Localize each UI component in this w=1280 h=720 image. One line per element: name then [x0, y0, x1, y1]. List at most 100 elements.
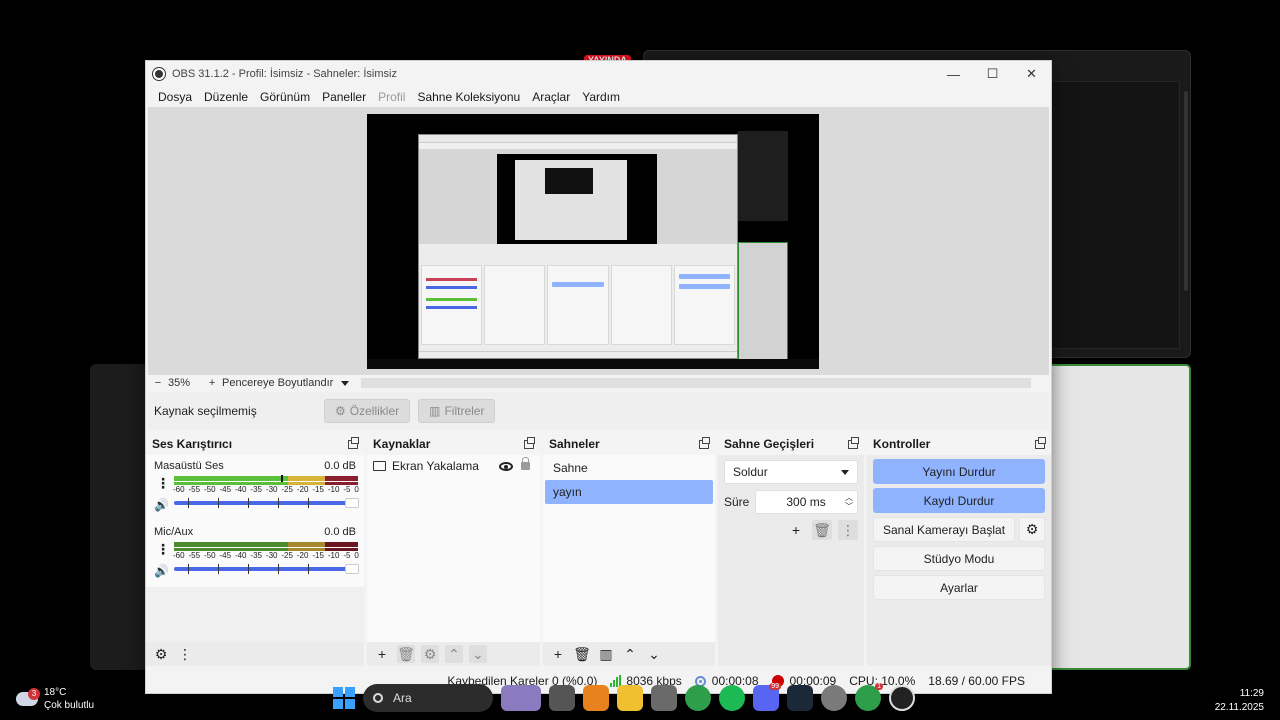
- mixer-channel-mic: Mic/Aux 0.0 dB ⋮ -60 -55 -50 -45 -40 -35 -30 -2…: [146, 521, 364, 587]
- zoom-in-button[interactable]: +: [206, 377, 218, 389]
- weather-widget[interactable]: 3 18°C Çok bulutlu: [16, 686, 94, 712]
- scene-item[interactable]: Sahne: [545, 456, 713, 480]
- app-window-icon[interactable]: [651, 685, 677, 711]
- scene-down-button[interactable]: ⌄: [645, 645, 663, 663]
- transition-select[interactable]: Soldur: [724, 460, 858, 484]
- remove-source-button[interactable]: 🗑: [397, 645, 415, 663]
- docks: Ses Karıştırıcı Masaüstü Ses 0.0 dB ⋮ -6…: [146, 433, 1051, 666]
- gear-icon: ⚙: [335, 404, 346, 418]
- background-window-highlighted[interactable]: [1046, 364, 1191, 670]
- add-scene-button[interactable]: +: [549, 645, 567, 663]
- chrome-icon[interactable]: [685, 685, 711, 711]
- channel-name: Mic/Aux: [154, 526, 194, 538]
- scene-up-button[interactable]: ⌃: [621, 645, 639, 663]
- add-source-button[interactable]: +: [373, 645, 391, 663]
- file-explorer-icon[interactable]: [617, 685, 643, 711]
- chrome-profile-icon[interactable]: 1: [855, 683, 883, 711]
- window-title: OBS 31.1.2 - Profil: İsimsiz - Sahneler:…: [172, 68, 397, 80]
- scene-item-selected[interactable]: yayın: [545, 480, 713, 504]
- clock[interactable]: 11:29 22.11.2025: [1215, 687, 1264, 715]
- start-icon[interactable]: [333, 687, 355, 709]
- menu-sahne-koleksiyonu[interactable]: Sahne Koleksiyonu: [411, 90, 526, 104]
- preview-canvas[interactable]: [367, 114, 819, 369]
- cloud-icon: 3: [16, 688, 40, 706]
- taskbar: 3 18°C Çok bulutlu Ara 99 1 11:29 22.11.…: [0, 680, 1280, 720]
- minimize-button[interactable]: —: [934, 61, 973, 87]
- menu-profil[interactable]: Profil: [372, 90, 411, 104]
- source-item[interactable]: Ekran Yakalama: [367, 455, 540, 477]
- zoom-fit-select[interactable]: Pencereye Boyutlandır: [222, 377, 333, 389]
- sources-dock: Kaynaklar Ekran Yakalama + 🗑 ⚙ ⌃ ⌄: [367, 433, 540, 666]
- channel-menu-icon[interactable]: ⋮: [156, 475, 170, 492]
- app-a-icon[interactable]: [583, 685, 609, 711]
- speaker-icon[interactable]: 🔊: [154, 498, 169, 512]
- spin-arrows-icon[interactable]: ︿ ﹀: [845, 493, 853, 511]
- menu-duzenle[interactable]: Düzenle: [198, 90, 254, 104]
- zoom-level: 35%: [168, 377, 191, 389]
- eye-icon[interactable]: [499, 461, 513, 471]
- scenes-title: Sahneler: [549, 437, 600, 451]
- dock-header[interactable]: Kontroller: [867, 433, 1051, 455]
- maximize-button[interactable]: ☐: [973, 61, 1012, 87]
- controls-dock: Kontroller Yayını Durdur Kaydı Durdur Sa…: [867, 433, 1051, 666]
- channel-menu-icon[interactable]: ⋮: [156, 541, 170, 558]
- menu-paneller[interactable]: Paneller: [316, 90, 372, 104]
- mixer-title: Ses Karıştırıcı: [152, 437, 233, 451]
- dock-header[interactable]: Ses Karıştırıcı: [146, 433, 364, 455]
- undock-icon[interactable]: [848, 436, 859, 449]
- stop-stream-button[interactable]: Yayını Durdur: [873, 459, 1045, 484]
- duration-spinbox[interactable]: 300 ms ︿ ﹀: [755, 490, 858, 514]
- properties-button[interactable]: ⚙ Özellikler: [324, 399, 411, 423]
- duration-label: Süre: [724, 495, 750, 509]
- gear-icon[interactable]: ⚙: [1019, 517, 1045, 542]
- menu-dosya[interactable]: Dosya: [152, 90, 198, 104]
- controls-title: Kontroller: [873, 437, 931, 451]
- speaker-icon[interactable]: 🔊: [154, 564, 169, 578]
- source-properties-button[interactable]: ⚙: [421, 645, 439, 663]
- preview-scrollbar[interactable]: [361, 378, 1031, 388]
- obs-taskbar-icon[interactable]: [889, 685, 915, 711]
- undock-icon[interactable]: [524, 436, 535, 449]
- preview-area[interactable]: [148, 107, 1049, 375]
- dock-header[interactable]: Kaynaklar: [367, 433, 540, 455]
- scene-filters-button[interactable]: ▥: [597, 645, 615, 663]
- discord-icon[interactable]: 99: [753, 683, 781, 711]
- zoom-out-button[interactable]: −: [152, 377, 164, 389]
- filters-button[interactable]: ▥ Filtreler: [418, 399, 496, 423]
- close-button[interactable]: ✕: [1012, 61, 1051, 87]
- spotify-icon[interactable]: [719, 685, 745, 711]
- menu-gorunum[interactable]: Görünüm: [254, 90, 316, 104]
- chevron-down-icon[interactable]: [341, 380, 350, 386]
- widget-image-icon[interactable]: [501, 685, 541, 711]
- undock-icon[interactable]: [1035, 436, 1046, 449]
- task-view-icon[interactable]: [549, 685, 575, 711]
- start-virtual-camera-button[interactable]: Sanal Kamerayı Başlat: [873, 517, 1015, 542]
- remove-transition-button[interactable]: 🗑: [812, 520, 832, 540]
- menu-bar: Dosya Düzenle Görünüm Paneller Profil Sa…: [146, 87, 1051, 107]
- menu-yardim[interactable]: Yardım: [576, 90, 626, 104]
- transition-menu-button[interactable]: ⋮: [838, 520, 858, 540]
- dock-header[interactable]: Sahne Geçişleri: [718, 433, 864, 455]
- channel-name: Masaüstü Ses: [154, 460, 224, 472]
- lock-icon[interactable]: [521, 457, 530, 470]
- add-transition-button[interactable]: +: [786, 520, 806, 540]
- steam-icon[interactable]: [787, 685, 813, 711]
- title-bar[interactable]: OBS 31.1.2 - Profil: İsimsiz - Sahneler:…: [146, 61, 1051, 87]
- stop-record-button[interactable]: Kaydı Durdur: [873, 488, 1045, 513]
- advanced-audio-icon[interactable]: ⚙: [152, 645, 170, 663]
- undock-icon[interactable]: [699, 436, 710, 449]
- studio-mode-button[interactable]: Stüdyo Modu: [873, 546, 1045, 571]
- undock-icon[interactable]: [348, 436, 359, 449]
- menu-araclar[interactable]: Araçlar: [526, 90, 576, 104]
- mixer-menu-icon[interactable]: ⋮: [176, 645, 194, 663]
- move-down-button[interactable]: ⌄: [469, 645, 487, 663]
- search-label: Ara: [393, 691, 412, 705]
- remove-scene-button[interactable]: 🗑: [573, 645, 591, 663]
- audio-mixer-dock: Ses Karıştırıcı Masaüstü Ses 0.0 dB ⋮ -6…: [146, 433, 364, 666]
- dock-header[interactable]: Sahneler: [543, 433, 715, 455]
- search-box[interactable]: Ara: [363, 684, 493, 712]
- move-up-button[interactable]: ⌃: [445, 645, 463, 663]
- settings-icon[interactable]: [821, 685, 847, 711]
- settings-button[interactable]: Ayarlar: [873, 575, 1045, 600]
- date: 22.11.2025: [1214, 702, 1264, 713]
